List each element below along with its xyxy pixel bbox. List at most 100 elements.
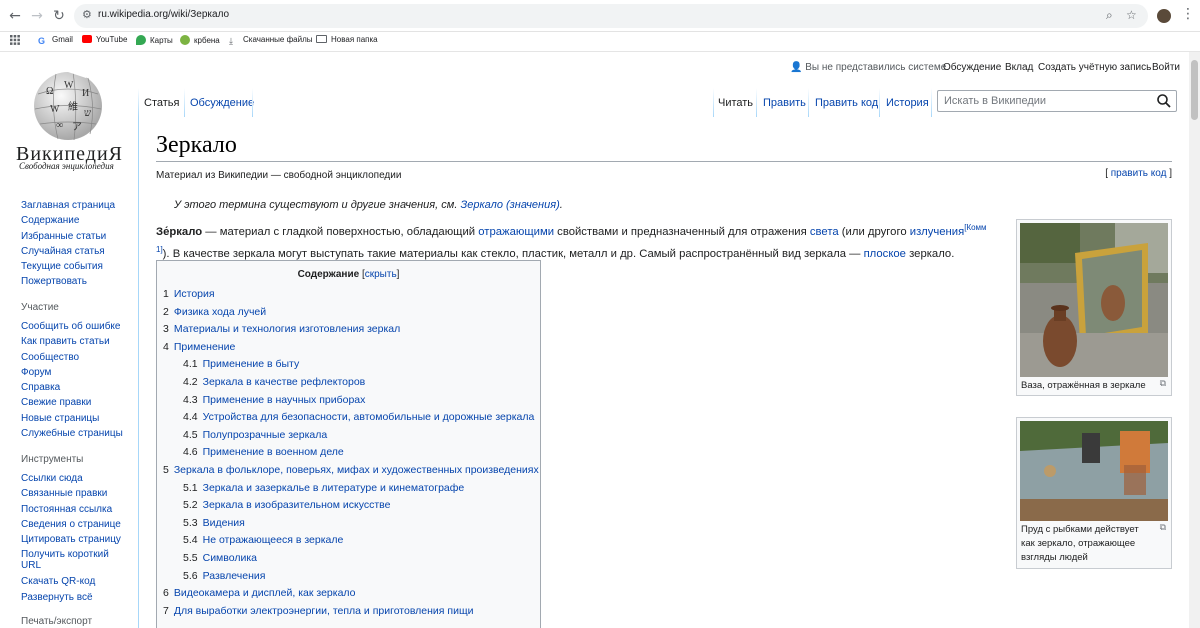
- toc-item[interactable]: 6 Видеокамера и дисплей, как зеркало: [163, 587, 356, 599]
- forward-arrow-icon[interactable]: →: [28, 7, 46, 25]
- sidebar-item-forum[interactable]: Форум: [21, 365, 123, 380]
- link-light[interactable]: света: [810, 226, 839, 238]
- page-scrollbar[interactable]: [1189, 52, 1200, 628]
- lead-term: Зе́ркало: [156, 225, 203, 238]
- toc-item[interactable]: 4.2 Зеркала в качестве рефлекторов: [183, 376, 365, 388]
- zoom-icon[interactable]: ⌕: [1106, 8, 1113, 23]
- toc-item[interactable]: 5.2 Зеркала в изобразительном искусстве: [183, 499, 390, 511]
- bookmark-new-folder[interactable]: Новая папка: [316, 35, 378, 44]
- vase-mirror-photo[interactable]: [1020, 223, 1168, 377]
- sidebar-item-page-info[interactable]: Сведения о странице: [21, 517, 126, 532]
- sidebar-item-new-pages[interactable]: Новые страницы: [21, 411, 123, 426]
- edit-source-link[interactable]: править код: [1111, 168, 1167, 179]
- sidebar-item-related-changes[interactable]: Связанные правки: [21, 486, 126, 501]
- apps-grid-icon[interactable]: [10, 35, 20, 47]
- toc-item[interactable]: 4.6 Применение в военном деле: [183, 446, 344, 458]
- bookmark-label: Карты: [150, 36, 173, 45]
- sidebar-item-featured[interactable]: Избранные статьи: [21, 229, 115, 244]
- enlarge-icon[interactable]: ⧉: [1160, 378, 1166, 389]
- tab-edit-source[interactable]: Править код: [811, 96, 882, 117]
- toc-toggle[interactable]: скрыть: [365, 269, 397, 280]
- thumbnail-caption: Пруд с рыбками действует как зеркало, от…: [1021, 524, 1139, 563]
- tab-talk[interactable]: Обсуждение: [186, 96, 258, 117]
- sidebar-item-short-url[interactable]: Получить короткий URL: [21, 549, 126, 571]
- toc-number: 3: [163, 323, 169, 336]
- bookmark-youtube[interactable]: YouTube: [82, 35, 127, 44]
- sidebar-item-expand-all[interactable]: Развернуть всё: [21, 590, 126, 605]
- toc-item[interactable]: 4.4 Устройства для безопасности, автомоби…: [183, 411, 534, 423]
- sidebar-item-report-error[interactable]: Сообщить об ошибке: [21, 319, 123, 334]
- user-icon: 👤: [790, 62, 803, 73]
- toc-item[interactable]: 5.5 Символика: [183, 552, 257, 564]
- sidebar-item-how-to-edit[interactable]: Как править статьи: [21, 334, 123, 349]
- toc-item[interactable]: 7 Для выработки электроэнергии, тепла и п…: [163, 605, 473, 617]
- toc-item[interactable]: 4.5 Полупрозрачные зеркала: [183, 429, 327, 441]
- bookmark-downloads[interactable]: ⤓ Скачанные файлы: [229, 35, 313, 47]
- svg-text:ア: ア: [72, 122, 82, 133]
- toc-item[interactable]: 5.3 Видения: [183, 517, 245, 529]
- toc-text: Видеокамера и дисплей, как зеркало: [173, 587, 356, 600]
- toc-item[interactable]: 3 Материалы и технология изготовления зер…: [163, 323, 400, 335]
- sidebar-item-cite[interactable]: Цитировать страницу: [21, 532, 126, 547]
- profile-avatar[interactable]: [1157, 9, 1171, 23]
- sidebar-item-recent-changes[interactable]: Свежие правки: [21, 395, 123, 410]
- folder-icon: [316, 35, 327, 43]
- toc-item[interactable]: 4.3 Применение в научных приборах: [183, 394, 365, 406]
- sidebar-item-random[interactable]: Случайная статья: [21, 244, 115, 259]
- toc-item[interactable]: 5.6 Развлечения: [183, 570, 265, 582]
- link-radiation[interactable]: излучения: [910, 226, 964, 238]
- toc-item[interactable]: 5.1 Зеркала и зазеркалье в литературе и к…: [183, 482, 464, 494]
- personal-talk-link[interactable]: Обсуждение: [943, 62, 1001, 73]
- wikipedia-globe-logo[interactable]: ΩWИ W 維ש ∞ ア: [28, 64, 108, 144]
- toc-item[interactable]: 2 Физика хода лучей: [163, 306, 266, 318]
- tab-read[interactable]: Читать: [714, 96, 758, 117]
- toc-item[interactable]: 4 Применение: [163, 341, 235, 353]
- back-arrow-icon[interactable]: ←: [6, 7, 24, 25]
- disambiguation-link[interactable]: Зеркало (значения): [460, 199, 559, 211]
- address-bar[interactable]: ⚙ ru.wikipedia.org/wiki/Зеркало ⌕ ☆: [74, 4, 1148, 28]
- toc-item[interactable]: 1 История: [163, 288, 215, 300]
- link-reflective[interactable]: отражающими: [478, 226, 554, 238]
- reload-icon[interactable]: ↻: [50, 7, 68, 25]
- sidebar-item-community[interactable]: Сообщество: [21, 350, 123, 365]
- login-link[interactable]: Войти: [1152, 62, 1180, 73]
- sidebar-item-current-events[interactable]: Текущие события: [21, 259, 115, 274]
- sidebar-item-permanent-link[interactable]: Постоянная ссылка: [21, 502, 126, 517]
- edit-section-link[interactable]: [ править код ]: [1105, 168, 1172, 179]
- create-account-link[interactable]: Создать учётную запись: [1038, 62, 1151, 73]
- sidebar-item-contents[interactable]: Содержание: [21, 213, 115, 228]
- site-info-icon[interactable]: ⚙: [82, 8, 92, 21]
- tab-article[interactable]: Статья: [140, 96, 184, 117]
- toc-item[interactable]: 5 Зеркала в фольклоре, поверьях, мифах и …: [163, 464, 539, 476]
- sidebar-item-qr-code[interactable]: Скачать QR-код: [21, 574, 126, 589]
- svg-text:ש: ש: [84, 108, 91, 119]
- toc-item[interactable]: 5.4 Не отражающееся в зеркале: [183, 534, 343, 546]
- sidebar-item-what-links-here[interactable]: Ссылки сюда: [21, 471, 126, 486]
- pond-reflection-photo[interactable]: [1020, 421, 1168, 521]
- tab-separator: [184, 88, 185, 117]
- enlarge-icon[interactable]: ⧉: [1160, 522, 1166, 533]
- bookmark-krbena[interactable]: крбена: [180, 35, 220, 45]
- tab-edit[interactable]: Править: [759, 96, 810, 117]
- personal-contributions-link[interactable]: Вклад: [1005, 62, 1033, 73]
- sidebar-item-help[interactable]: Справка: [21, 380, 123, 395]
- sidebar-item-donate[interactable]: Пожертвовать: [21, 274, 115, 289]
- toc-text: Применение в военном деле: [202, 446, 344, 459]
- toc-text: Зеркала в качестве рефлекторов: [202, 376, 366, 388]
- bookmark-gmail[interactable]: G Gmail: [38, 35, 73, 46]
- toc-number: 4.4: [183, 411, 198, 424]
- bookmark-maps[interactable]: Карты: [136, 35, 173, 45]
- wiki-search-box[interactable]: [937, 90, 1177, 112]
- sidebar-item-main-page[interactable]: Заглавная страница: [21, 198, 115, 213]
- menu-kebab-icon[interactable]: ⋮: [1181, 6, 1195, 22]
- search-input[interactable]: [944, 95, 1144, 107]
- tab-history[interactable]: История: [882, 96, 933, 117]
- toc-item[interactable]: 4.1 Применение в быту: [183, 358, 299, 370]
- link-flat[interactable]: плоское: [864, 248, 906, 260]
- bookmark-label: Gmail: [52, 35, 73, 44]
- scrollbar-thumb[interactable]: [1191, 60, 1198, 120]
- bookmark-star-icon[interactable]: ☆: [1126, 8, 1137, 22]
- sidebar-item-special-pages[interactable]: Служебные страницы: [21, 426, 123, 441]
- search-icon[interactable]: [1156, 93, 1172, 109]
- toc-number: 7: [163, 604, 169, 617]
